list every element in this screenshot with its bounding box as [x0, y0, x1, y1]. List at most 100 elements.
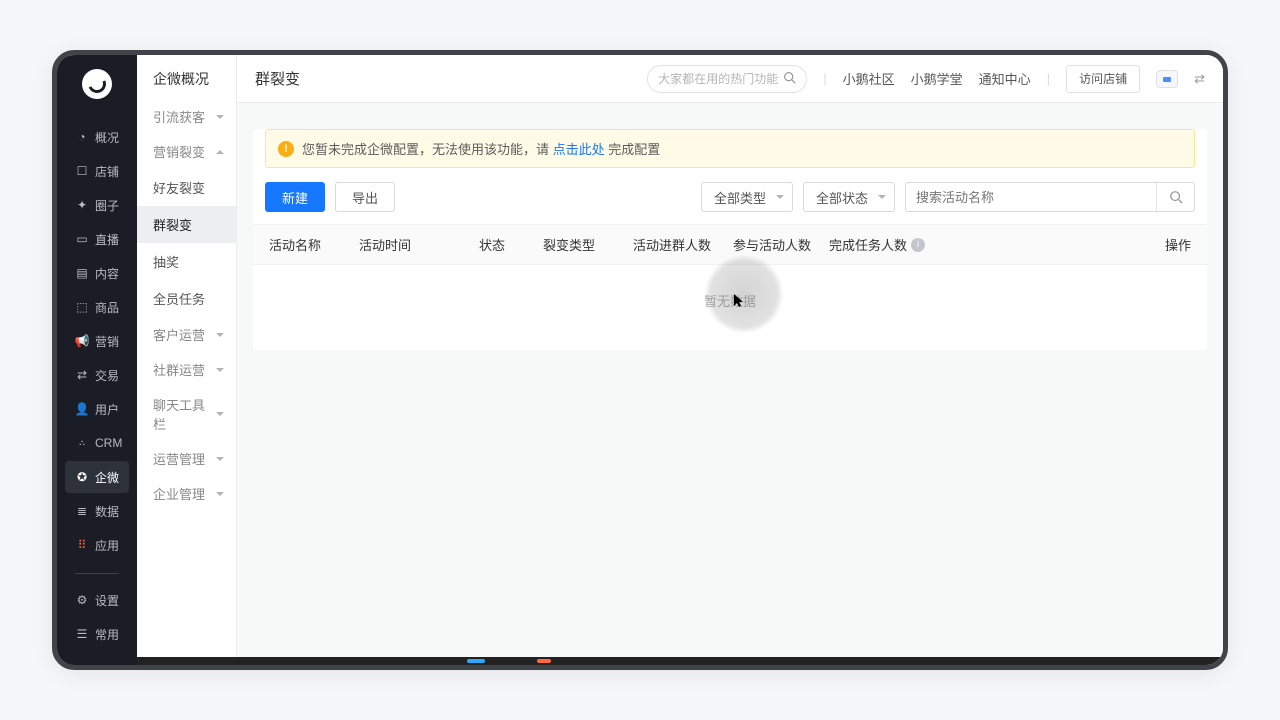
- sidebar-item-crm[interactable]: ⛬ CRM: [65, 427, 129, 459]
- th-actions: 操作: [949, 235, 1191, 254]
- group-fission[interactable]: 营销裂变: [137, 134, 236, 169]
- wecom-icon: ✪: [75, 470, 89, 484]
- sidebar-item-label: 概况: [95, 129, 119, 146]
- group-label: 运营管理: [153, 449, 205, 468]
- sidebar-item-label: 交易: [95, 367, 119, 384]
- sidebar-item-circle[interactable]: ✦ 圈子: [65, 189, 129, 221]
- status-select[interactable]: 全部状态: [803, 182, 895, 212]
- sidebar-item-label: 数据: [95, 503, 119, 520]
- group-community-ops[interactable]: 社群运营: [137, 352, 236, 387]
- sidebar-item-label: 用户: [95, 401, 119, 418]
- live-icon: ▭: [75, 232, 89, 246]
- gear-icon: ⚙: [75, 593, 89, 607]
- sidebar-item-apps[interactable]: ⠿ 应用: [65, 529, 129, 561]
- chevron-down-icon: [216, 412, 224, 416]
- crm-icon: ⛬: [75, 436, 89, 450]
- sidebar-item-content[interactable]: ▤ 内容: [65, 257, 129, 289]
- header-link-academy[interactable]: 小鹅学堂: [911, 69, 963, 88]
- config-warning-alert: ! 您暂未完成企微配置，无法使用该功能，请 点击此处 完成配置: [265, 129, 1195, 168]
- sidebar-item-frequent[interactable]: ☰ 常用: [65, 618, 129, 650]
- sidebar-item-label: CRM: [95, 436, 122, 450]
- alert-text: 完成配置: [608, 142, 660, 157]
- group-label: 营销裂变: [153, 142, 205, 161]
- sidebar-item-live[interactable]: ▭ 直播: [65, 223, 129, 255]
- warning-icon: !: [278, 141, 294, 157]
- sidebar-item-label: 直播: [95, 231, 119, 248]
- export-button[interactable]: 导出: [335, 182, 395, 212]
- group-ops-mgmt[interactable]: 运营管理: [137, 441, 236, 476]
- chevron-down-icon: [776, 195, 784, 199]
- apps-icon: ⠿: [75, 538, 89, 552]
- search-button[interactable]: [1156, 183, 1194, 211]
- th-time: 活动时间: [359, 235, 479, 254]
- sidebar-title: 企微概况: [137, 55, 236, 99]
- divider: |: [1047, 71, 1050, 86]
- sidebar-item-label: 圈子: [95, 197, 119, 214]
- subitem-all-tasks[interactable]: 全员任务: [137, 280, 236, 317]
- group-ent-mgmt[interactable]: 企业管理: [137, 476, 236, 511]
- search-icon: [783, 71, 796, 87]
- select-value: 全部状态: [816, 188, 868, 207]
- alert-link[interactable]: 点击此处: [553, 142, 605, 157]
- shop-icon: ☐: [75, 164, 89, 178]
- sidebar-item-user[interactable]: 👤 用户: [65, 393, 129, 425]
- th-status: 状态: [479, 235, 543, 254]
- chevron-down-icon: [216, 368, 224, 372]
- search-icon: [1169, 190, 1183, 204]
- chevron-up-icon: [216, 150, 224, 154]
- panel: ! 您暂未完成企微配置，无法使用该功能，请 点击此处 完成配置 新建 导出 全部…: [253, 129, 1207, 350]
- group-chat-tools[interactable]: 聊天工具栏: [137, 387, 236, 441]
- sidebar-item-marketing[interactable]: 📢 营销: [65, 325, 129, 357]
- activity-search-input[interactable]: [906, 190, 1156, 205]
- table-empty: 暂无数据: [253, 265, 1207, 350]
- th-name: 活动名称: [269, 235, 359, 254]
- theme-toggle[interactable]: [1156, 70, 1178, 88]
- toolbar: 新建 导出 全部类型 全部状态: [253, 168, 1207, 224]
- table-header: 活动名称 活动时间 状态 裂变类型 活动进群人数 参与活动人数 完成任务人数 i…: [253, 224, 1207, 265]
- group-label: 引流获客: [153, 107, 205, 126]
- subitem-friend-fission[interactable]: 好友裂变: [137, 169, 236, 206]
- group-lead[interactable]: 引流获客: [137, 99, 236, 134]
- sidebar-item-wecom[interactable]: ✪ 企微: [65, 461, 129, 493]
- sidebar-item-overview[interactable]: ◔ 概况: [65, 121, 129, 153]
- header-link-community[interactable]: 小鹅社区: [843, 69, 895, 88]
- marketing-icon: 📢: [75, 334, 89, 348]
- content-icon: ▤: [75, 266, 89, 280]
- goods-icon: ⬚: [75, 300, 89, 314]
- sidebar-item-label: 店铺: [95, 163, 119, 180]
- sidebar-item-goods[interactable]: ⬚ 商品: [65, 291, 129, 323]
- activity-search[interactable]: [905, 182, 1195, 212]
- alert-text: 您暂未完成企微配置，无法使用该功能，请: [302, 142, 553, 157]
- group-label: 聊天工具栏: [153, 395, 216, 433]
- sidebar-item-settings[interactable]: ⚙ 设置: [65, 584, 129, 616]
- chevron-down-icon: [216, 115, 224, 119]
- sidebar-item-trade[interactable]: ⇄ 交易: [65, 359, 129, 391]
- group-label: 企业管理: [153, 484, 205, 503]
- chevron-down-icon: [216, 457, 224, 461]
- group-customer-ops[interactable]: 客户运营: [137, 317, 236, 352]
- sidebar-separator: [75, 573, 119, 574]
- visit-shop-button[interactable]: 访问店铺: [1066, 65, 1140, 93]
- header: 群裂变 大家都在用的热门功能 | 小鹅社区 小鹅学堂 通知中心 | 访问店铺 ⇄: [237, 55, 1223, 103]
- sidebar-item-data[interactable]: ≣ 数据: [65, 495, 129, 527]
- subitem-lottery[interactable]: 抽奖: [137, 243, 236, 280]
- header-link-notice[interactable]: 通知中心: [979, 69, 1031, 88]
- swap-icon[interactable]: ⇄: [1194, 71, 1205, 87]
- type-select[interactable]: 全部类型: [701, 182, 793, 212]
- sidebar-item-shop[interactable]: ☐ 店铺: [65, 155, 129, 187]
- divider: |: [823, 71, 826, 86]
- sidebar-item-label: 设置: [95, 592, 119, 609]
- subitem-group-fission[interactable]: 群裂变: [137, 206, 236, 243]
- new-button[interactable]: 新建: [265, 182, 325, 212]
- info-icon[interactable]: i: [911, 238, 925, 252]
- global-search[interactable]: 大家都在用的热门功能: [647, 65, 807, 93]
- select-value: 全部类型: [714, 188, 766, 207]
- trade-icon: ⇄: [75, 368, 89, 382]
- group-label: 客户运营: [153, 325, 205, 344]
- sidebar-item-label: 营销: [95, 333, 119, 350]
- sidebar-item-label: 内容: [95, 265, 119, 282]
- palette-icon: [1162, 74, 1172, 84]
- chevron-down-icon: [878, 195, 886, 199]
- th-participate-count: 参与活动人数: [733, 235, 829, 254]
- sidebar-primary: ◔ 概况 ☐ 店铺 ✦ 圈子 ▭ 直播 ▤ 内容 ⬚ 商品: [57, 55, 137, 665]
